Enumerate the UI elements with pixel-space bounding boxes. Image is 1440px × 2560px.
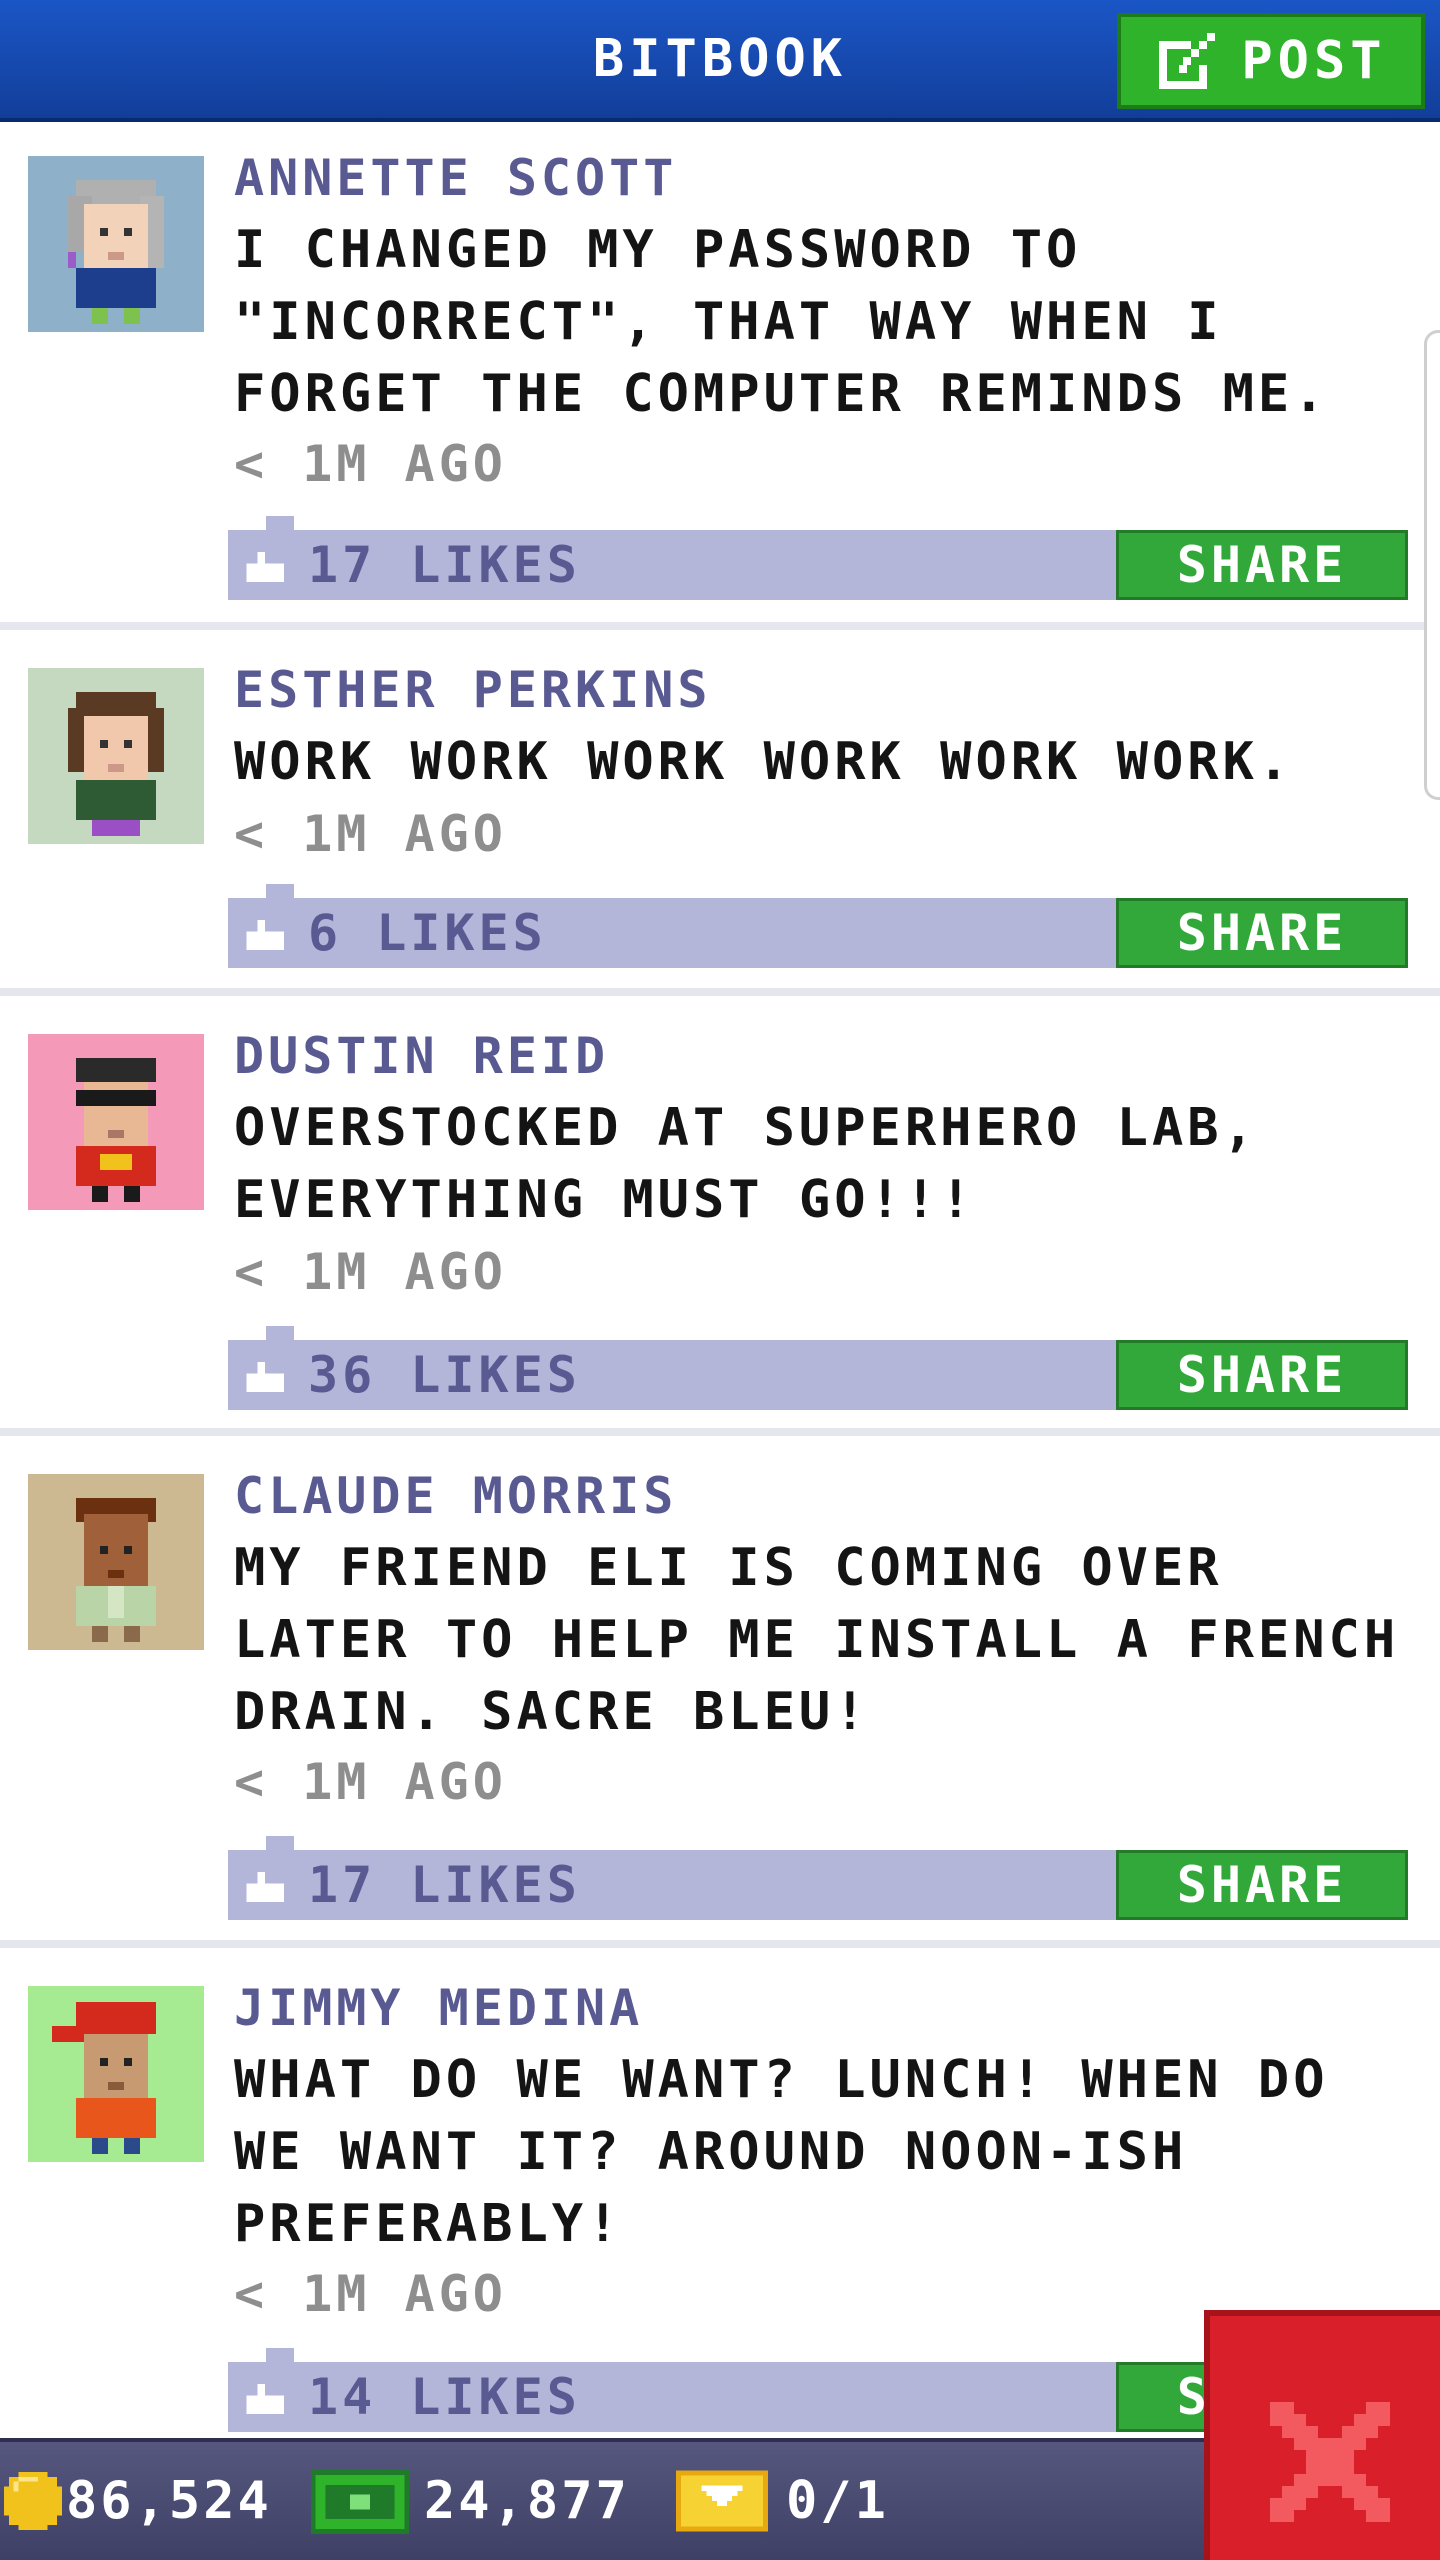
post-author[interactable]: ESTHER PERKINS (234, 654, 711, 726)
post-time: < 1M AGO (234, 1753, 507, 1811)
thumbs-up-icon[interactable] (246, 920, 284, 950)
bux-count: 24,877 (424, 2471, 630, 2531)
thumbs-up-icon[interactable] (246, 552, 284, 582)
coins-count: 86,524 (66, 2471, 272, 2531)
avatar (28, 668, 204, 844)
avatar (28, 156, 204, 332)
share-button[interactable]: SHARE (1116, 898, 1408, 968)
thumbs-up-icon[interactable] (246, 1872, 284, 1902)
divider (0, 988, 1440, 996)
avatar (28, 1034, 204, 1210)
likes-count: 14 LIKES (308, 2368, 581, 2426)
post-message: OVERSTOCKED AT SUPERHERO LAB, EVERYTHING… (234, 1098, 1258, 1230)
likes-bar: 17 LIKES SHARE (228, 1836, 1408, 1920)
post-time: < 1M AGO (234, 2265, 507, 2323)
post-time: < 1M AGO (234, 805, 507, 863)
post-message: I CHANGED MY PASSWORD TO "INCORRECT", TH… (234, 220, 1329, 424)
bux-icon (310, 2470, 410, 2534)
likes-count: 6 LIKES (308, 904, 547, 962)
likes-bar: 17 LIKES SHARE (228, 516, 1408, 600)
post-button-label: POST (1241, 31, 1387, 91)
share-button[interactable]: SHARE (1116, 1850, 1408, 1920)
post-time: < 1M AGO (234, 1243, 507, 1301)
app-header: BITBOOK POST (0, 0, 1440, 122)
scroll-handle[interactable] (1424, 330, 1440, 800)
post-button[interactable]: POST (1117, 13, 1425, 109)
close-icon (1270, 2402, 1390, 2522)
post-message: WORK WORK WORK WORK WORK WORK. (234, 732, 1294, 792)
tickets-count: 0/1 (786, 2471, 889, 2531)
post-author[interactable]: DUSTIN REID (234, 1020, 609, 1092)
post-author[interactable]: JIMMY MEDINA (234, 1972, 643, 2044)
likes-bar: 36 LIKES SHARE (228, 1326, 1408, 1410)
share-button[interactable]: SHARE (1116, 530, 1408, 600)
thumbs-up-icon[interactable] (246, 1362, 284, 1392)
avatar (28, 1986, 204, 2162)
bitbook-feed[interactable]: ANNETTE SCOTT I CHANGED MY PASSWORD TO "… (0, 122, 1440, 2438)
thumbs-up-icon[interactable] (246, 2384, 284, 2414)
post-message: MY FRIEND ELI IS COMING OVER LATER TO HE… (234, 1538, 1400, 1742)
post-message: WHAT DO WE WANT? LUNCH! WHEN DO WE WANT … (234, 2050, 1329, 2254)
divider (0, 1940, 1440, 1948)
likes-bar: 6 LIKES SHARE (228, 884, 1408, 968)
close-button[interactable] (1204, 2310, 1440, 2560)
compose-icon (1159, 33, 1216, 89)
ticket-icon (676, 2470, 768, 2532)
avatar (28, 1474, 204, 1650)
likes-count: 36 LIKES (308, 1346, 581, 1404)
post-author[interactable]: ANNETTE SCOTT (234, 142, 677, 214)
coin-icon (4, 2472, 62, 2530)
post-author[interactable]: CLAUDE MORRIS (234, 1460, 677, 1532)
divider (0, 622, 1440, 630)
likes-count: 17 LIKES (308, 1856, 581, 1914)
divider (0, 1428, 1440, 1436)
share-button[interactable]: SHARE (1116, 1340, 1408, 1410)
likes-count: 17 LIKES (308, 536, 581, 594)
post-time: < 1M AGO (234, 435, 507, 493)
